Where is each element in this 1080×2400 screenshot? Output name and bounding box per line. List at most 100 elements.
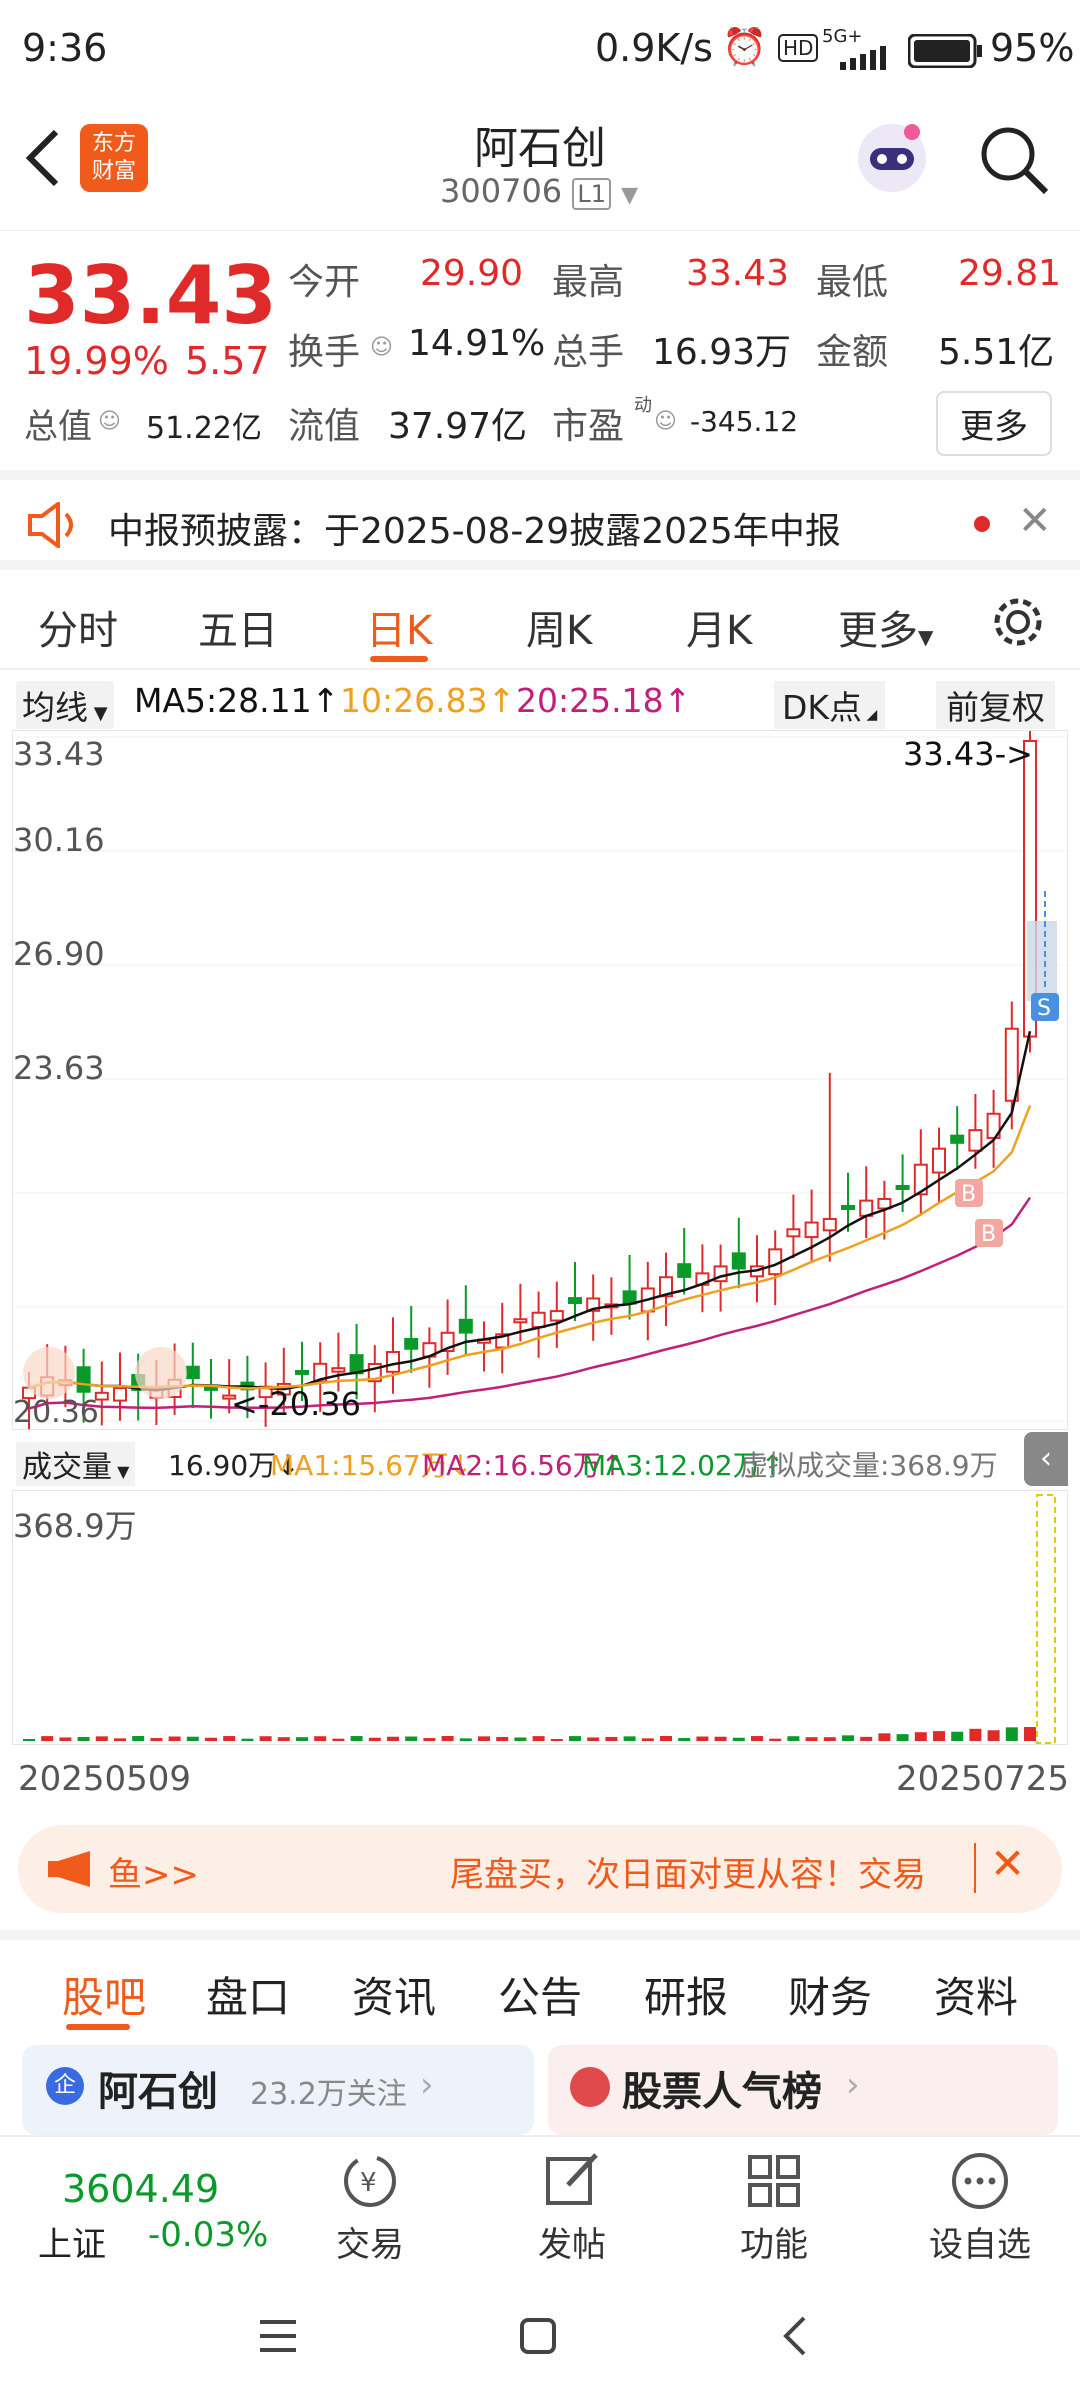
indicator-select[interactable]: 均线 ▼ [16,681,114,729]
volume-bar [914,1732,927,1741]
nav-trade[interactable]: ¥ 交易 [320,2149,420,2266]
volume-bar [969,1728,982,1741]
home-icon[interactable] [518,2316,558,2356]
svg-text:¥: ¥ [360,2168,377,2198]
back-icon[interactable] [780,2314,810,2358]
y-tick: 30.16 [13,821,105,859]
pe-label: 市盈 [552,406,625,447]
low-value: 29.81 [958,253,1062,294]
fold-badge [135,1347,187,1399]
candle-body [331,1367,346,1373]
volume-bar [1024,1727,1036,1741]
info-icon[interactable]: ☺ [98,409,121,434]
battery-icon [908,34,982,68]
ma10-value: 10:26.83↑ [340,681,515,720]
stock-header: 东方 财富 阿石创 300706 L1 ▼ [0,100,1080,230]
enterprise-icon: 企 [46,2067,84,2105]
low-label: 最低 [816,262,889,303]
signal-label: 5G+ [822,26,863,47]
tab-news[interactable]: 资讯 [352,1964,436,2025]
caret-down-icon: ▼ [918,625,934,649]
close-icon[interactable]: ✕ [1018,498,1052,544]
signal-icon [840,46,886,70]
stock-code-row[interactable]: 300706 L1 ▼ [440,172,640,210]
unread-dot [974,516,990,532]
index-value[interactable]: 3604.49 [62,2167,219,2211]
tab-profile[interactable]: 资料 [934,1964,1018,2025]
alarm-icon: ⏰ [722,27,767,68]
tab-daily-k[interactable]: 日K [366,598,432,656]
company-card[interactable]: 企 阿石创 23.2万关注 › [22,2045,534,2135]
kline-svg: S B B [13,704,1069,1430]
tab-announcements[interactable]: 公告 [498,1964,582,2025]
corner-triangle-icon: ◢ [862,707,878,723]
volume-chart[interactable]: 368.9万 [12,1490,1068,1745]
bottom-navigation: 3604.49 上证 -0.03% ¥ 交易 发帖 功能 设自选 [0,2135,1080,2270]
ma5-line [28,1031,1032,1392]
volume-bar [550,1738,563,1741]
volume-bar [132,1736,145,1741]
collapse-panel-icon[interactable]: ‹ [1024,1432,1068,1486]
stock-code: 300706 [440,172,563,210]
volume-bar [496,1736,509,1741]
menu-icon[interactable] [256,2316,300,2356]
kline-chart[interactable]: S B B 33.43 30.16 26.90 23.63 20.36 33.4… [12,704,1069,1430]
open-value: 29.90 [420,253,524,294]
dk-point-button[interactable]: DK点 ◢ [774,681,886,729]
float-cap-value: 37.97亿 [388,406,528,447]
ma20-label: 20:25.18 [516,681,664,720]
tab-research[interactable]: 研报 [644,1964,728,2025]
promo-banner[interactable]: 鱼>> 尾盘买，次日面对更从容！交易 ✕ [18,1825,1062,1913]
volume-bar [59,1737,72,1741]
turnover-value: 14.91% [408,323,546,364]
announcement-bar[interactable]: 中报预披露：于2025-08-29披露2025年中报 ✕ [0,470,1080,570]
candle-body [458,1318,473,1334]
nav-add-watchlist[interactable]: 设自选 [920,2149,1040,2266]
volume-bar [641,1738,654,1741]
popularity-card[interactable]: 股票人气榜 › [548,2045,1058,2135]
search-icon[interactable] [978,124,1050,196]
settings-gear-icon[interactable] [990,594,1046,650]
candle-body [841,1204,855,1210]
candle-body [404,1338,419,1350]
chevron-right-icon: › [420,2065,434,2105]
info-icon[interactable]: ☺ [654,409,677,434]
tab-five-day[interactable]: 五日 [198,598,278,656]
period-tabs: 分时 五日 日K 周K 月K 更多▼ [0,570,1080,670]
robot-assistant-icon[interactable] [852,118,932,198]
tab-monthly-k[interactable]: 月K [686,598,752,656]
nav-functions[interactable]: 功能 [724,2149,824,2266]
nav-add-watchlist-label: 设自选 [929,2225,1031,2265]
tab-forum[interactable]: 股吧 [62,1964,146,2025]
indicator-select-label: 均线 [22,688,88,727]
more-dots-icon [952,2153,1008,2209]
volume-bar [441,1736,454,1741]
volume-bar [241,1738,254,1741]
volume-bar [569,1736,581,1741]
tab-order-book[interactable]: 盘口 [206,1964,290,2025]
candle-body [386,1351,400,1373]
volume-bar [332,1738,345,1741]
volume-bar [296,1737,308,1741]
status-bar: 9:36 0.9K/s ⏰ HD 5G+ 95% [0,0,1080,100]
info-icon[interactable]: ☺ [370,335,393,360]
follower-count: 23.2万关注 [250,2077,407,2112]
vol-ma3-label: MA3:12.02万 [582,1449,761,1482]
more-quote-button[interactable]: 更多 [936,391,1052,456]
candle-body [531,1311,546,1329]
volume-bar [114,1738,126,1741]
volume-select[interactable]: 成交量 ▼ [16,1442,136,1486]
buy-marker-label: B [961,1182,976,1207]
tab-weekly-k[interactable]: 周K [526,598,592,656]
nav-functions-label: 功能 [740,2225,808,2265]
adjust-button[interactable]: 前复权 [936,681,1055,729]
status-time: 9:36 [22,26,108,70]
candle-body [968,1129,983,1152]
tab-more[interactable]: 更多▼ [838,598,933,656]
tab-financials[interactable]: 财务 [788,1964,872,2025]
nav-post[interactable]: 发帖 [522,2149,622,2266]
close-icon[interactable]: ✕ [990,1839,1025,1888]
level-badge: L1 [572,178,611,210]
volume-bar [95,1736,108,1741]
tab-intraday[interactable]: 分时 [38,598,118,656]
